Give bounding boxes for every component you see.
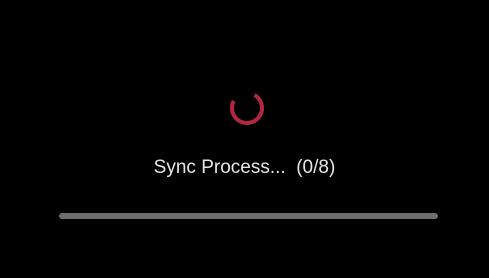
- sync-status-text: Sync Process...: [153, 157, 286, 178]
- sync-status-row: Sync Process... (0/8): [0, 156, 489, 180]
- sync-progress-bar: [59, 213, 438, 219]
- loading-spinner-icon: [227, 88, 267, 128]
- sync-screen: Sync Process... (0/8): [0, 0, 489, 278]
- spinner-svg: [230, 91, 264, 125]
- spinner-arc: [230, 91, 264, 125]
- sync-count-text: (0/8): [296, 157, 336, 178]
